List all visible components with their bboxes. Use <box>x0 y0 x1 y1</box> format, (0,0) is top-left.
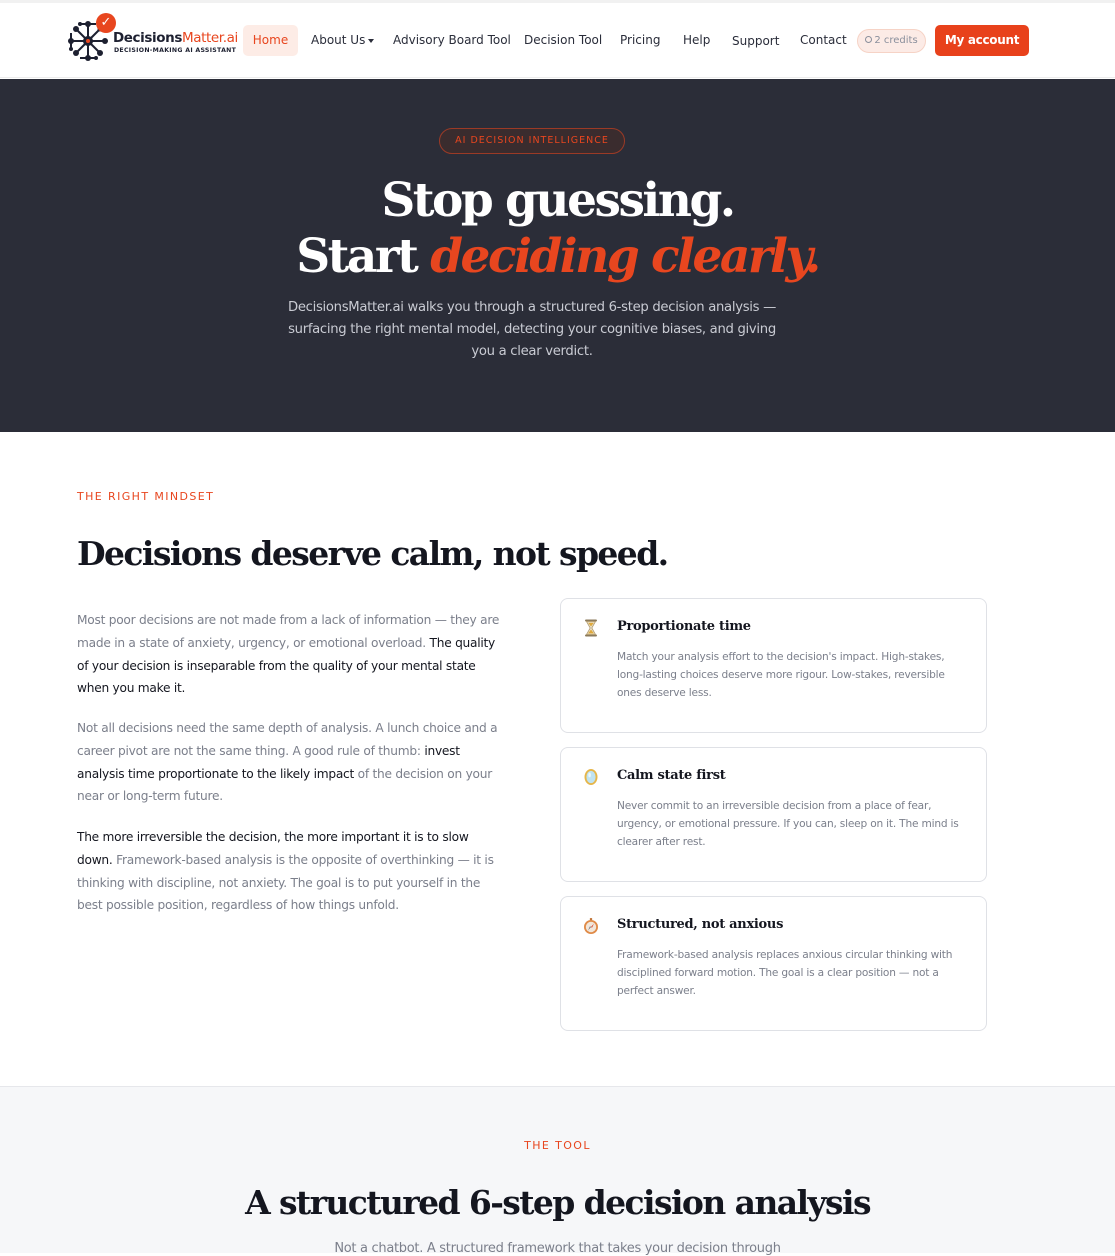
nav-help[interactable]: Help <box>683 25 710 56</box>
card-calm-state-first: Calm state first Never commit to an irre… <box>560 747 987 882</box>
tool-eyebrow: THE TOOL <box>524 1139 591 1152</box>
mindset-title: Decisions deserve calm, not speed. <box>77 534 669 573</box>
hero-title-line1: Stop guessing. <box>381 173 736 228</box>
brand-logo[interactable]: ✓ DecisionsMatter.ai DECISION-MAKING AI … <box>66 13 238 65</box>
card-body: Never commit to an irreversible decision… <box>617 800 959 848</box>
compass-icon <box>584 918 598 934</box>
nav-decision-tool[interactable]: Decision Tool <box>524 25 602 56</box>
hero-description: DecisionsMatter.ai walks you through a s… <box>287 300 776 359</box>
tool-section: THE TOOL A structured 6-step decision an… <box>0 1086 1115 1256</box>
top-navbar: ✓ DecisionsMatter.ai DECISION-MAKING AI … <box>0 3 1115 78</box>
hourglass-icon <box>585 619 597 637</box>
hero-title-line2: Start deciding clearly. <box>296 229 821 284</box>
nav-pricing[interactable]: Pricing <box>620 25 660 56</box>
brand-tagline: DECISION-MAKING AI ASSISTANT <box>114 47 237 54</box>
credit-coin-icon <box>865 36 873 43</box>
nav-support[interactable]: Support <box>732 26 779 57</box>
tool-subtitle: Not a chatbot. A structured framework th… <box>334 1241 781 1256</box>
credits-badge[interactable]: 2 credits <box>857 29 926 53</box>
mindset-paragraph-3: The more irreversible the decision, the … <box>77 830 494 913</box>
hero-section: AI DECISION INTELLIGENCE Stop guessing. … <box>0 79 1115 432</box>
card-title: Proportionate time <box>617 619 751 634</box>
tool-title: A structured 6-step decision analysis <box>245 1183 871 1222</box>
mindset-paragraph-2: Not all decisions need the same depth of… <box>77 721 498 804</box>
mindset-eyebrow: THE RIGHT MINDSET <box>77 490 215 503</box>
chevron-down-icon <box>368 38 375 43</box>
card-proportionate-time: Proportionate time Match your analysis e… <box>560 598 987 733</box>
card-title: Structured, not anxious <box>617 917 784 932</box>
mirror-icon <box>584 769 598 785</box>
card-body: Match your analysis effort to the decisi… <box>617 651 945 699</box>
card-structured-not-anxious: Structured, not anxious Framework-based … <box>560 896 987 1031</box>
card-title: Calm state first <box>617 768 726 783</box>
nav-home[interactable]: Home <box>243 25 298 56</box>
nav-advisory-board-tool[interactable]: Advisory Board Tool <box>393 25 511 56</box>
hero-badge: AI DECISION INTELLIGENCE <box>439 128 625 154</box>
brand-name: DecisionsMatter.ai <box>113 30 238 46</box>
mindset-paragraph-1: Most poor decisions are not made from a … <box>77 613 500 696</box>
credits-label: 2 credits <box>874 35 918 46</box>
my-account-button[interactable]: My account <box>935 25 1029 56</box>
nav-about-us[interactable]: About Us <box>311 25 375 56</box>
nav-about-label: About Us <box>311 33 366 47</box>
nav-contact[interactable]: Contact <box>800 25 847 56</box>
card-body: Framework-based analysis replaces anxiou… <box>617 949 953 997</box>
